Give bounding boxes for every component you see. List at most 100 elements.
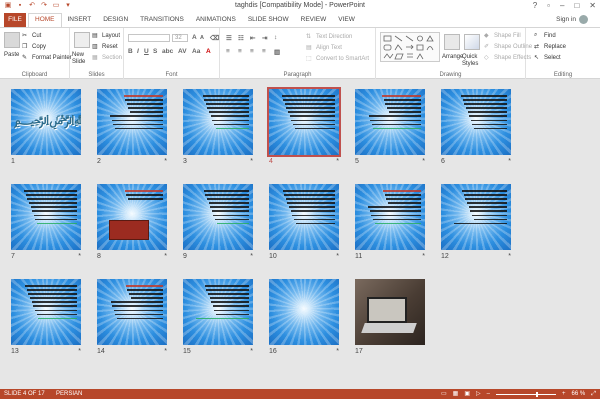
maximize-icon[interactable]: □ [574, 1, 579, 10]
minimize-icon[interactable]: – [560, 1, 564, 10]
slide-thumbnail-9[interactable]: 9 * [183, 184, 253, 260]
language-indicator[interactable]: PERSIAN [56, 389, 82, 399]
format-painter-button[interactable]: ✎ Format Painter [22, 54, 72, 62]
justify-icon[interactable]: ≡ [262, 48, 266, 55]
ribbon-display-icon[interactable]: ▫ [547, 1, 550, 10]
avatar[interactable] [579, 15, 588, 24]
shadow-icon[interactable]: S [153, 48, 157, 55]
section-button[interactable]: ▦ Section [92, 54, 122, 62]
tab-view[interactable]: VIEW [332, 13, 361, 27]
shape-outline-button[interactable]: ✐ Shape Outline [484, 43, 532, 51]
zoom-in-icon[interactable]: + [562, 389, 566, 399]
slide-thumbnail-6[interactable]: 6 * [441, 89, 511, 165]
convert-smartart-button[interactable]: ⬚ Convert to SmartArt [306, 55, 369, 63]
zoom-slider[interactable] [495, 391, 556, 397]
layout-button[interactable]: ▤ Layout [92, 32, 120, 40]
change-case-icon[interactable]: Aa [192, 48, 200, 55]
transition-star-icon[interactable]: * [336, 348, 339, 355]
shrink-font-icon[interactable]: A [200, 35, 204, 41]
clear-format-icon[interactable]: ⌫ [210, 34, 219, 42]
columns-icon[interactable]: ▥ [274, 48, 280, 56]
grow-font-icon[interactable]: A [192, 34, 197, 41]
quick-styles-icon[interactable] [464, 34, 480, 50]
transition-star-icon[interactable]: * [422, 158, 425, 165]
reading-view-icon[interactable]: ▣ [464, 389, 470, 399]
transition-star-icon[interactable]: * [336, 158, 339, 165]
quick-styles-button[interactable]: Quick Styles [462, 54, 482, 68]
transition-star-icon[interactable]: * [164, 158, 167, 165]
paste-button[interactable]: Paste [4, 52, 19, 58]
slide-thumbnail-11[interactable]: 11 * [355, 184, 425, 260]
bullets-icon[interactable]: ☰ [226, 34, 232, 42]
italic-icon[interactable]: I [137, 48, 139, 55]
zoom-out-icon[interactable]: – [487, 389, 490, 399]
slide-thumbnail-14[interactable]: 14 * [97, 279, 167, 355]
replace-button[interactable]: ⇄ Replace [534, 43, 566, 51]
shape-effects-button[interactable]: ◇ Shape Effects [484, 54, 531, 62]
underline-icon[interactable]: U [144, 48, 149, 55]
sign-in-link[interactable]: Sign in [556, 16, 576, 23]
align-text-button[interactable]: ▤ Align Text [306, 44, 342, 52]
tab-transitions[interactable]: TRANSITIONS [134, 13, 190, 27]
align-left-icon[interactable]: ≡ [226, 48, 230, 55]
arrange-icon[interactable] [444, 34, 460, 50]
font-color-icon[interactable]: A [206, 48, 211, 55]
slide-thumbnail-2[interactable]: 2 * [97, 89, 167, 165]
arrange-button[interactable]: Arrange [442, 54, 463, 60]
font-size-box[interactable]: 32 [172, 34, 188, 42]
slide-thumbnail-8[interactable]: 8 * [97, 184, 167, 260]
increase-indent-icon[interactable]: ⇥ [262, 34, 267, 42]
slide-thumbnail-7[interactable]: 7 * [11, 184, 81, 260]
slide-thumbnail-16[interactable]: 16 * [269, 279, 339, 355]
transition-star-icon[interactable]: * [78, 253, 81, 260]
new-slide-icon[interactable] [74, 32, 90, 48]
transition-star-icon[interactable]: * [250, 158, 253, 165]
tab-review[interactable]: REVIEW [295, 13, 333, 27]
copy-button[interactable]: ❐ Copy [22, 43, 46, 51]
slide-thumbnail-15[interactable]: 15 * [183, 279, 253, 355]
tab-slide-show[interactable]: SLIDE SHOW [242, 13, 295, 27]
help-icon[interactable]: ? [533, 1, 537, 10]
shapes-gallery[interactable] [380, 32, 440, 62]
transition-star-icon[interactable]: * [508, 253, 511, 260]
zoom-level[interactable]: 66 % [572, 389, 586, 399]
shape-fill-button[interactable]: ◆ Shape Fill [484, 32, 521, 40]
transition-star-icon[interactable]: * [508, 158, 511, 165]
slide-thumbnail-1[interactable]: ﷽ 1 [11, 89, 81, 165]
align-center-icon[interactable]: ≡ [238, 48, 242, 55]
cut-button[interactable]: ✂ Cut [22, 32, 41, 40]
slide-thumbnail-13[interactable]: 13 * [11, 279, 81, 355]
tab-home[interactable]: HOME [28, 13, 62, 27]
line-spacing-icon[interactable]: ↕ [274, 34, 277, 41]
bold-icon[interactable]: B [128, 48, 133, 55]
transition-star-icon[interactable]: * [336, 253, 339, 260]
slide-thumbnail-17[interactable]: 17 [355, 279, 425, 355]
align-right-icon[interactable]: ≡ [250, 48, 254, 55]
normal-view-icon[interactable]: ▭ [441, 389, 447, 399]
tab-animations[interactable]: ANIMATIONS [190, 13, 242, 27]
transition-star-icon[interactable]: * [164, 253, 167, 260]
decrease-indent-icon[interactable]: ⇤ [250, 34, 255, 42]
transition-star-icon[interactable]: * [78, 348, 81, 355]
select-button[interactable]: ↖ Select [534, 54, 561, 62]
transition-star-icon[interactable]: * [422, 253, 425, 260]
paste-icon[interactable] [4, 32, 20, 48]
reset-button[interactable]: ▥ Reset [92, 43, 118, 51]
slide-thumbnail-5[interactable]: 5 * [355, 89, 425, 165]
char-spacing-icon[interactable]: AV [178, 48, 187, 55]
find-button[interactable]: ⌕ Find [534, 32, 556, 40]
font-name-box[interactable] [128, 34, 170, 42]
text-direction-button[interactable]: ⇅ Text Direction [306, 33, 352, 41]
strikethrough-icon[interactable]: abc [162, 48, 173, 55]
close-icon[interactable]: ✕ [589, 1, 596, 10]
tab-insert[interactable]: INSERT [62, 13, 98, 27]
fit-slide-icon[interactable]: ⤢ [591, 389, 596, 399]
slide-sorter-view-icon[interactable]: ▦ [453, 389, 459, 399]
tab-design[interactable]: DESIGN [97, 13, 134, 27]
tab-file[interactable]: FILE [4, 13, 26, 27]
slide-thumbnail-10[interactable]: 10 * [269, 184, 339, 260]
numbering-icon[interactable]: ☷ [238, 34, 244, 42]
slide-thumbnail-12[interactable]: 12 * [441, 184, 511, 260]
transition-star-icon[interactable]: * [250, 348, 253, 355]
transition-star-icon[interactable]: * [250, 253, 253, 260]
